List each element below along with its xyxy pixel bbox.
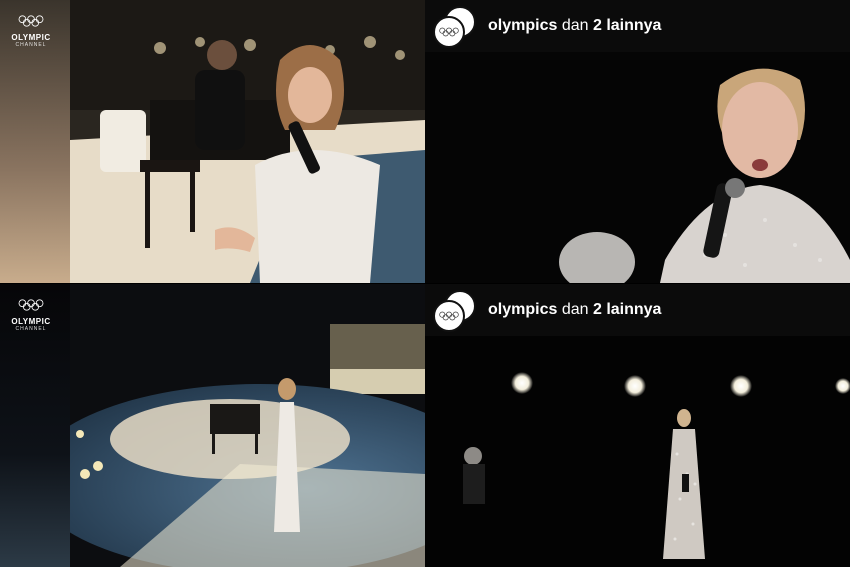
avatar xyxy=(433,16,465,48)
watermark-sub: CHANNEL xyxy=(15,326,47,332)
collab-avatars[interactable] xyxy=(430,288,478,332)
olympic-rings-icon xyxy=(18,15,44,27)
watermark-name: OLYMPIC xyxy=(11,317,51,326)
collab-avatars[interactable] xyxy=(430,4,478,48)
post-author-line[interactable]: olympics dan 2 lainnya xyxy=(488,301,661,319)
instagram-post-header: olympics dan 2 lainnya xyxy=(425,0,850,52)
avatar xyxy=(433,300,465,332)
olympic-rings-icon xyxy=(439,311,459,321)
olympic-channel-watermark: OLYMPIC CHANNEL xyxy=(10,14,52,48)
olympic-channel-watermark: OLYMPIC CHANNEL xyxy=(10,298,52,332)
panel-bottom-right: olympics dan 2 lainnya xyxy=(425,284,850,567)
username[interactable]: olympics xyxy=(488,17,557,34)
panel-top-right: olympics dan 2 lainnya xyxy=(425,0,850,283)
others-count[interactable]: 2 lainnya xyxy=(593,17,661,34)
watermark-name: OLYMPIC xyxy=(11,33,51,42)
instagram-post-header: olympics dan 2 lainnya xyxy=(425,284,850,336)
olympic-rings-icon xyxy=(439,27,459,37)
panel-bottom-left: OLYMPIC CHANNEL xyxy=(0,284,425,567)
post-author-line[interactable]: olympics dan 2 lainnya xyxy=(488,17,661,35)
watermark-sub: CHANNEL xyxy=(15,42,47,48)
others-count[interactable]: 2 lainnya xyxy=(593,301,661,318)
joiner-text: dan xyxy=(561,301,589,318)
username[interactable]: olympics xyxy=(488,301,557,318)
joiner-text: dan xyxy=(561,17,589,34)
panel-top-left: OLYMPIC CHANNEL xyxy=(0,0,425,283)
olympic-rings-icon xyxy=(18,299,44,311)
